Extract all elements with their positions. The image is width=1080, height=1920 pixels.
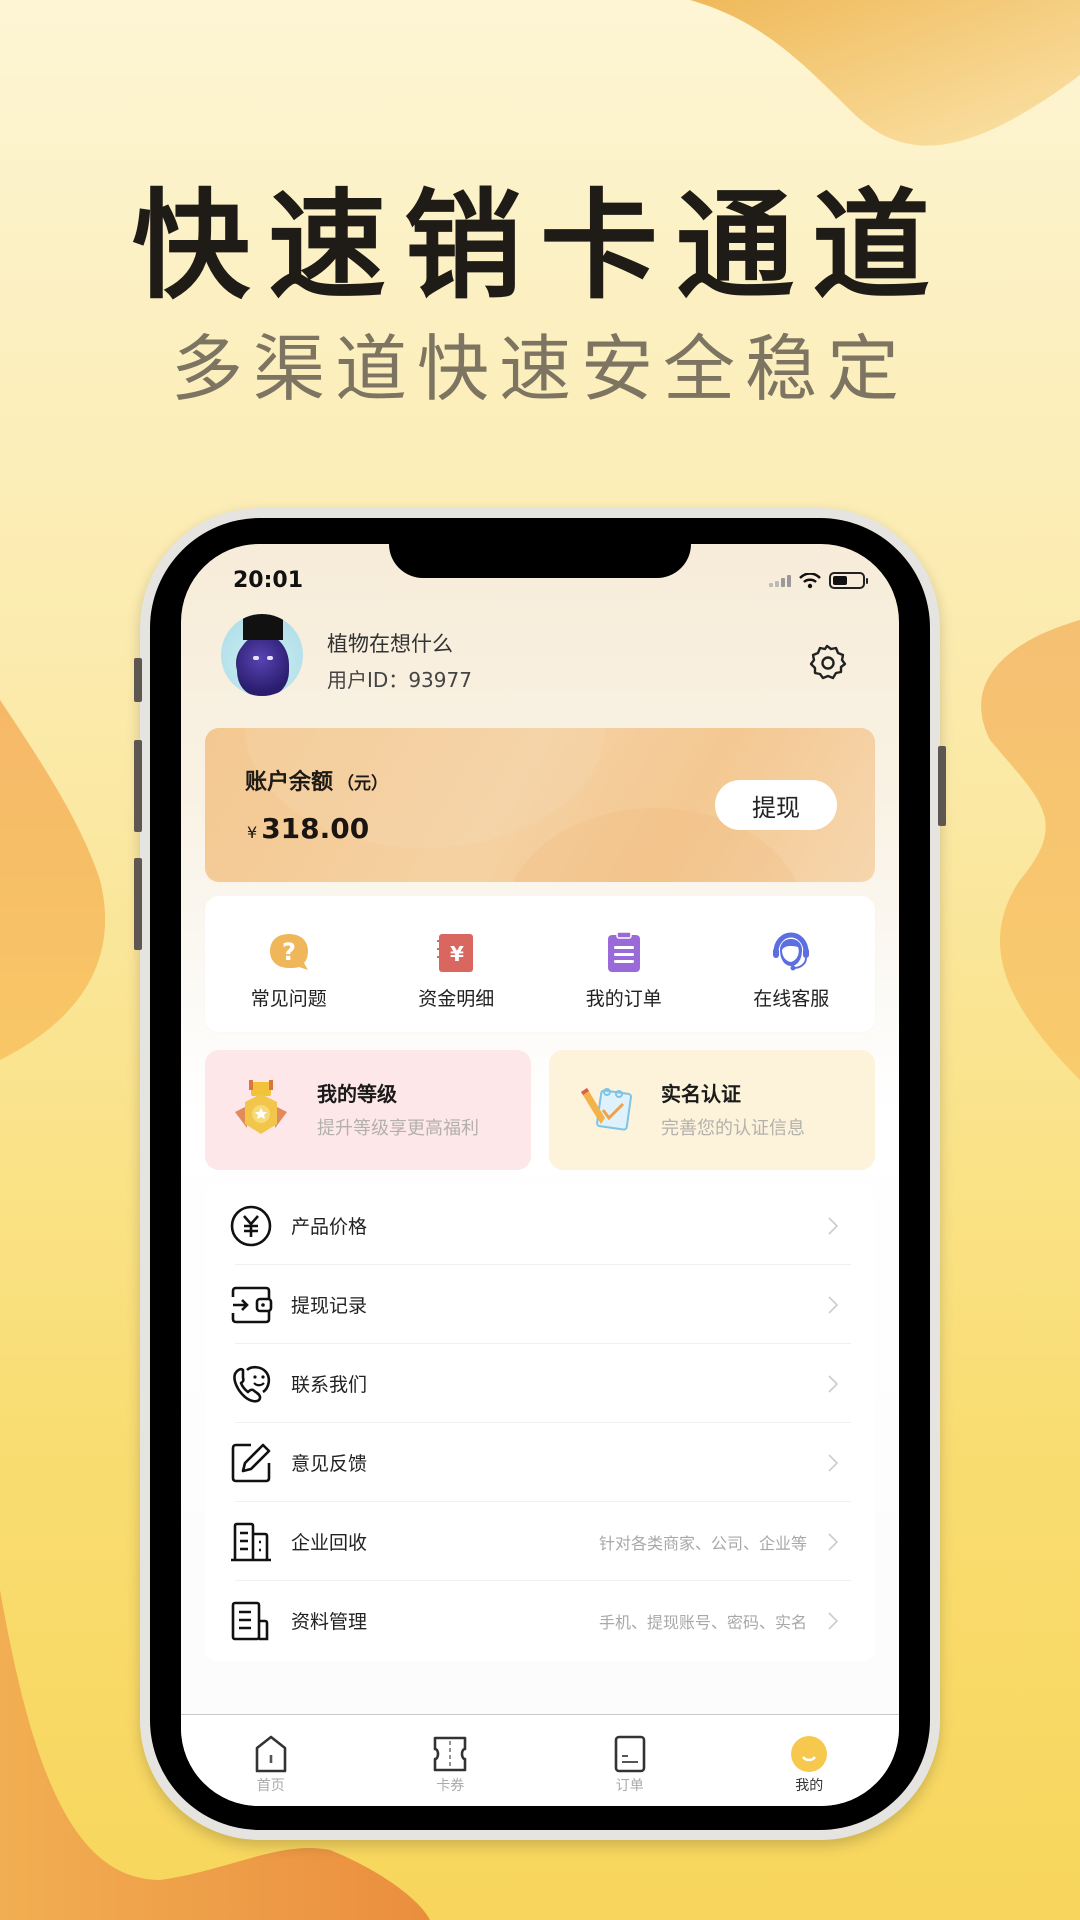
pencil-calendar-icon [581, 1088, 632, 1131]
menu-item-enterprise-recycling[interactable]: 企业回收 针对各类商家、公司、企业等 [205, 1502, 875, 1581]
tab-mine[interactable]: 我的 [720, 1715, 900, 1806]
signal-icon [769, 574, 791, 587]
withdraw-button[interactable]: 提现 [715, 780, 837, 830]
quick-action-label: 在线客服 [753, 988, 830, 1010]
wallet-in-icon [231, 1286, 273, 1323]
svg-text:¥: ¥ [450, 942, 464, 966]
tab-label: 首页 [256, 1778, 285, 1794]
tab-home[interactable]: 首页 [181, 1715, 361, 1806]
edit-square-icon [231, 1443, 271, 1482]
left-blob [0, 700, 106, 1060]
menu-hint: 手机、提现账号、密码、实名 [598, 1612, 807, 1632]
menu-item-feedback[interactable]: 意见反馈 [205, 1423, 875, 1502]
chevron-right-icon [828, 1295, 839, 1314]
menu-label: 企业回收 [291, 1532, 368, 1554]
promo-title: 我的等级 [317, 1082, 397, 1106]
chevron-right-icon [828, 1216, 839, 1235]
quick-action-label: 常见问题 [250, 988, 327, 1010]
app-screen: 20:01 植物在想什么 用户ID：93977 账户余额（元） ¥ 318.00… [181, 544, 899, 1806]
quick-actions: ? 常见问题 ¥ 资金明细 我的订单 在线客服 [205, 896, 875, 1032]
tab-label: 订单 [615, 1778, 644, 1794]
phone-mockup: 20:01 植物在想什么 用户ID：93977 账户余额（元） ¥ 318.00… [134, 508, 946, 1840]
gear-icon[interactable] [807, 642, 847, 682]
menu-item-contact-us[interactable]: 联系我们 [205, 1344, 875, 1423]
quick-action-faq[interactable]: ? 常见问题 [205, 896, 373, 1032]
notch [389, 544, 691, 578]
status-time: 20:01 [233, 568, 304, 593]
menu-label: 产品价格 [291, 1216, 368, 1238]
menu-label: 意见反馈 [291, 1453, 368, 1475]
ledger-yuan-icon: ¥ [437, 934, 474, 972]
ticket-icon [433, 1736, 467, 1772]
balance-unit: （元） [337, 774, 389, 794]
top-right-blob [690, 0, 1080, 146]
balance-card: 账户余额 （元） ¥318.00 提现 [205, 728, 875, 882]
battery-icon [829, 572, 868, 589]
promo-subtitle: 提升等级享更高福利 [317, 1118, 479, 1139]
svg-text:?: ? [282, 938, 296, 966]
clipboard-list-icon [607, 931, 640, 972]
menu-label: 联系我们 [291, 1374, 368, 1396]
phone-smile-icon [233, 1365, 271, 1403]
menu-item-product-price[interactable]: 产品价格 [205, 1186, 875, 1265]
menu-list: 产品价格 提现记录 联系我们 意见反馈 企业回收 针对各类商家、公司、企业等 资… [205, 1186, 875, 1662]
menu-label: 提现记录 [291, 1295, 368, 1317]
medal-icon [235, 1080, 287, 1134]
username: 植物在想什么 [327, 632, 453, 656]
headset-agent-icon [773, 932, 810, 971]
promo-subline: 多渠道快速安全稳定 [170, 327, 909, 411]
promo-title: 实名认证 [661, 1082, 741, 1106]
tab-coupons[interactable]: 卡券 [361, 1715, 541, 1806]
menu-hint: 针对各类商家、公司、企业等 [598, 1533, 807, 1553]
quick-action-label: 我的订单 [585, 988, 662, 1010]
quick-action-funds[interactable]: ¥ 资金明细 [373, 896, 541, 1032]
user-id-value: 93977 [408, 668, 472, 692]
currency-symbol: ¥ [247, 823, 258, 842]
quick-action-label: 资金明细 [418, 988, 495, 1010]
status-icons [769, 572, 868, 589]
yuan-circle-icon [230, 1205, 272, 1246]
home-icon [255, 1735, 287, 1773]
menu-label: 资料管理 [291, 1611, 368, 1633]
phone-side-button [938, 746, 946, 826]
tab-bar: 首页 卡券 订单 我的 [181, 1714, 899, 1806]
building-icon [231, 1522, 271, 1561]
quick-action-support[interactable]: 在线客服 [708, 896, 876, 1032]
tab-orders[interactable]: 订单 [540, 1715, 720, 1806]
chevron-right-icon [828, 1453, 839, 1472]
wifi-icon [799, 572, 821, 588]
promo-headline: 快速销卡通道 [131, 177, 948, 315]
document-icon [231, 1601, 269, 1640]
menu-item-withdraw-records[interactable]: 提现记录 [205, 1265, 875, 1344]
quick-action-orders[interactable]: 我的订单 [540, 896, 708, 1032]
balance-label: 账户余额 （元） [245, 770, 389, 795]
question-bubble-icon: ? [269, 934, 308, 970]
promo-card-verify[interactable]: 实名认证 完善您的认证信息 [549, 1050, 875, 1170]
promo-card-level[interactable]: 我的等级 提升等级享更高福利 [205, 1050, 531, 1170]
phone-side-button [134, 740, 142, 832]
user-id: 用户ID：93977 [327, 664, 472, 693]
chevron-right-icon [828, 1374, 839, 1393]
right-blob [981, 620, 1080, 1080]
chevron-right-icon [828, 1532, 839, 1551]
phone-side-button [134, 658, 142, 702]
tab-label: 卡券 [436, 1778, 465, 1794]
phone-side-button [134, 858, 142, 950]
profile-smile-icon [791, 1736, 828, 1772]
promo-subtitle: 完善您的认证信息 [661, 1118, 805, 1139]
menu-item-profile-management[interactable]: 资料管理 手机、提现账号、密码、实名 [205, 1581, 875, 1660]
balance-amount: ¥318.00 [247, 812, 369, 845]
chevron-right-icon [828, 1611, 839, 1630]
balance-value: 318.00 [261, 812, 370, 845]
order-icon [614, 1735, 646, 1773]
avatar[interactable] [221, 614, 303, 696]
tab-label: 我的 [795, 1778, 824, 1794]
user-id-label: 用户ID： [327, 668, 409, 692]
